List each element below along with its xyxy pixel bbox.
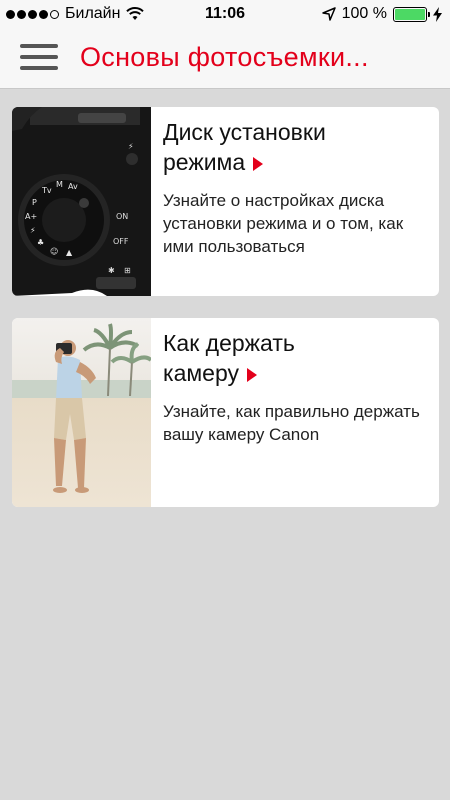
svg-text:Tv: Tv — [41, 186, 52, 195]
svg-text:P: P — [32, 198, 37, 207]
card-title: Диск установки — [163, 119, 326, 145]
svg-text:A+: A+ — [25, 212, 37, 221]
play-arrow-icon — [253, 156, 264, 171]
svg-text:⊞: ⊞ — [124, 266, 131, 275]
svg-text:☺: ☺ — [50, 247, 58, 256]
svg-text:M: M — [56, 180, 63, 189]
photographer-on-beach-photo — [12, 318, 151, 507]
hamburger-menu-icon[interactable] — [20, 44, 58, 74]
svg-text:⚡: ⚡ — [30, 226, 36, 235]
status-bar: Билайн 11:06 100 % — [0, 0, 450, 30]
svg-text:Av: Av — [68, 182, 78, 191]
lesson-card-holding-camera[interactable]: Как держать камеру Узнайте, как правильн… — [12, 318, 439, 507]
play-arrow-icon — [247, 367, 257, 382]
card-title: режима — [163, 149, 246, 175]
svg-text:✱: ✱ — [108, 266, 115, 275]
location-arrow-icon — [321, 7, 336, 21]
svg-text:⚡: ⚡ — [128, 142, 134, 151]
lesson-card-mode-dial[interactable]: M Av Tv P A+ ⚡ ♣ ☺ ▲ ON OFF ⊞ ✱ ⚡ Диск установки … — [12, 107, 439, 296]
svg-text:OFF: OFF — [113, 237, 129, 246]
charging-bolt-icon — [433, 6, 442, 22]
navigation-bar: Основы фотосъемки... — [0, 30, 450, 89]
camera-mode-dial-photo: M Av Tv P A+ ⚡ ♣ ☺ ▲ ON OFF ⊞ ✱ ⚡ — [12, 107, 151, 296]
card-title: Как держать — [163, 330, 295, 356]
card-description: Узнайте, как правильно держать вашу каме… — [163, 402, 420, 444]
card-description: Узнайте о настройках диска установки реж… — [163, 191, 404, 256]
svg-text:♣: ♣ — [37, 238, 44, 247]
card-title: камеру — [163, 360, 239, 386]
svg-text:ON: ON — [116, 212, 128, 221]
battery-percent: 100 % — [341, 5, 387, 22]
page-title: Основы фотосъемки... — [80, 42, 369, 72]
battery-icon — [393, 6, 430, 22]
svg-text:▲: ▲ — [66, 248, 73, 257]
